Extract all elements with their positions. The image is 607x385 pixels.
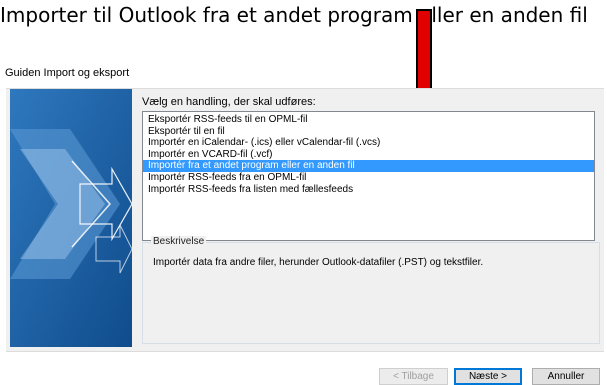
action-item[interactable]: Eksportér RSS-feeds til en OPML-fil: [143, 114, 594, 126]
description-group-label: Beskrivelse: [151, 236, 207, 247]
action-list[interactable]: Eksportér RSS-feeds til en OPML-fil Ekspo…: [142, 111, 595, 241]
cancel-button[interactable]: Annuller: [532, 368, 600, 385]
window-title: Guiden Import og eksport: [5, 67, 130, 79]
action-item[interactable]: Importér en VCARD-fil (.vcf): [143, 149, 594, 161]
wizard-banner-image: [10, 89, 132, 347]
instruction-text: Importer til Outlook fra et andet progra…: [0, 3, 588, 27]
action-item[interactable]: Importér RSS-feeds fra listen med fælles…: [143, 184, 594, 196]
back-button[interactable]: < Tilbage: [379, 368, 448, 385]
action-item[interactable]: Importér fra et andet program eller en a…: [143, 160, 594, 172]
action-item[interactable]: Eksportér til en fil: [143, 126, 594, 138]
description-group: Beskrivelse Importér data fra andre file…: [142, 236, 600, 344]
import-export-dialog: Vælg en handling, der skal udføres: Eksp…: [6, 88, 604, 352]
action-item[interactable]: Importér en iCalendar- (.ics) eller vCal…: [143, 137, 594, 149]
action-item[interactable]: Importér RSS-feeds fra en OPML-fil: [143, 172, 594, 184]
next-button[interactable]: Næste >: [454, 368, 522, 385]
action-prompt: Vælg en handling, der skal udføres:: [142, 96, 316, 108]
description-text: Importér data fra andre filer, herunder …: [153, 257, 484, 268]
dialog-content: Vælg en handling, der skal udføres: Eksp…: [142, 96, 599, 241]
button-bar: < Tilbage Næste > Annuller: [0, 355, 607, 385]
